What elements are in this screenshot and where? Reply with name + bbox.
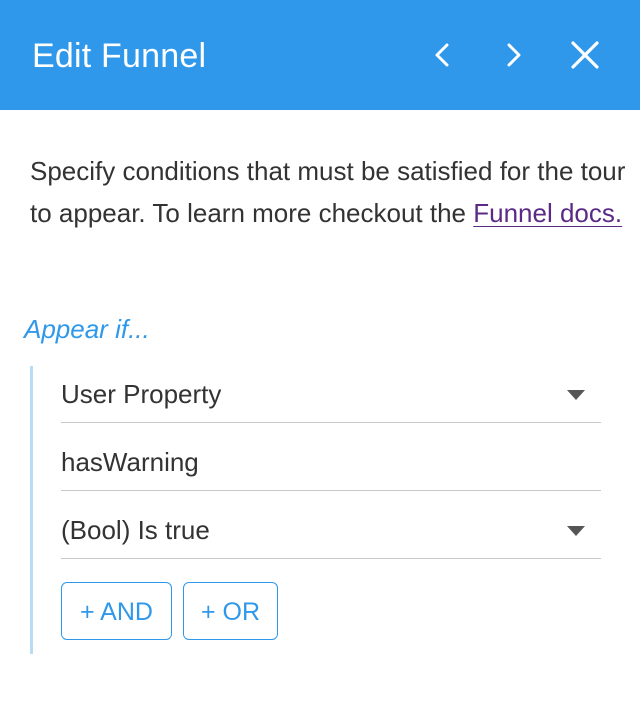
condition-type-value: User Property [61,379,222,409]
dropdown-caret-icon [567,390,585,400]
add-or-condition-button[interactable]: + OR [183,582,278,640]
chevron-right-icon [507,43,521,67]
property-name-value: hasWarning [61,447,199,477]
operator-select[interactable]: (Bool) Is true [61,502,601,559]
chevron-left-icon [435,43,449,67]
property-name-input[interactable]: hasWarning [61,434,601,491]
condition-group: User Property hasWarning (Bool) Is true … [30,366,603,654]
add-and-condition-button[interactable]: + AND [61,582,172,640]
funnel-docs-link[interactable]: Funnel docs. [473,198,622,228]
close-button[interactable] [565,35,605,75]
appear-if-heading: Appear if... [24,314,150,344]
close-icon [571,41,599,69]
previous-button[interactable] [422,35,462,75]
dropdown-caret-icon [567,526,585,536]
panel-header: Edit Funnel [0,0,640,110]
operator-value: (Bool) Is true [61,515,210,545]
condition-type-select[interactable]: User Property [61,366,601,423]
intro-text: Specify conditions that must be satisfie… [30,150,630,234]
panel-title: Edit Funnel [32,37,207,75]
next-button[interactable] [494,35,534,75]
